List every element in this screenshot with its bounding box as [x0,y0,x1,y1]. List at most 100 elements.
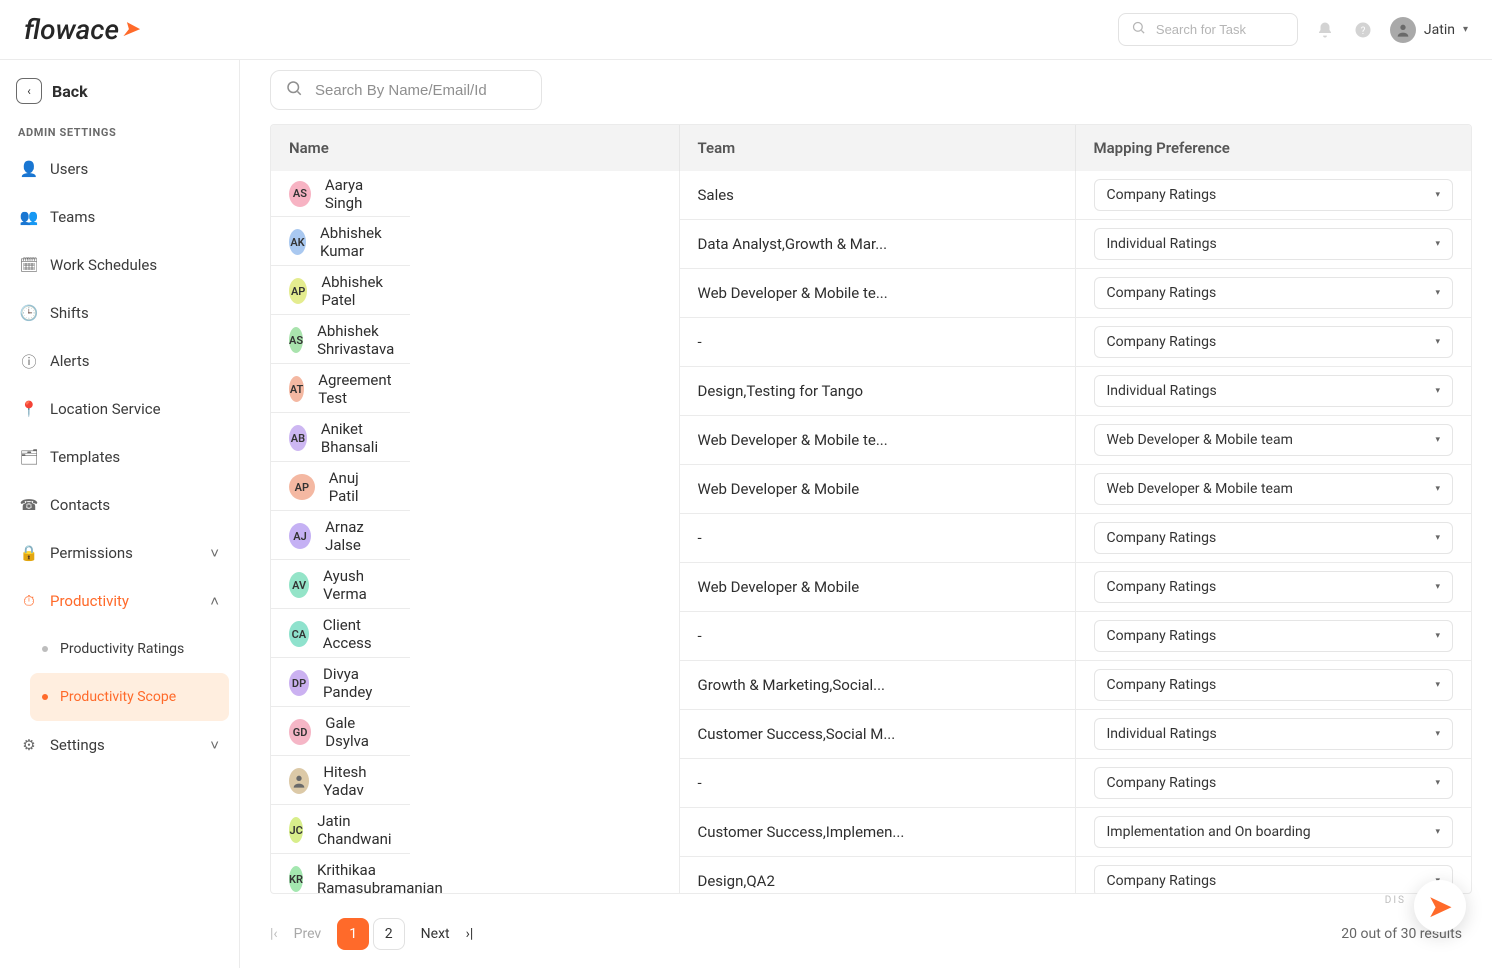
mapping-preference-select[interactable]: Company Ratings ▾ [1094,571,1454,603]
mapping-preference-select[interactable]: Company Ratings ▾ [1094,669,1454,701]
data-table: Name Team Mapping Preference AS Aarya Sin… [270,124,1472,894]
mapping-preference-select[interactable]: Implementation and On boarding▾ [1094,816,1454,848]
row-team: - [679,759,1075,808]
mapping-preference-select[interactable]: Company Ratings▾ [1094,522,1454,554]
sidebar-item-settings[interactable]: ⚙Settings˅ [10,721,229,769]
sidebar-item-templates[interactable]: 🗂Templates [10,433,229,481]
mapping-preference-select[interactable]: Individual Ratings▾ [1094,228,1454,260]
table-row: ASAarya SinghSalesCompany Ratings▾ [271,171,1471,220]
caret-down-icon: ▾ [1435,190,1440,200]
help-icon[interactable]: ? [1352,19,1374,41]
sidebar-nav: 👤Users👥Teams🗓Work Schedules🕒ShiftsⓘAlert… [10,145,229,769]
table-row: AK Abhishek Kumar Data Analyst,Growth & Ma… [271,220,1471,269]
search-icon [285,79,303,101]
sidebar-subitem-productivity-scope[interactable]: Productivity Scope [30,673,229,721]
row-name: Anuj Patil [329,469,392,505]
caret-down-icon: ▾ [1435,582,1440,592]
mapping-value: Company Ratings [1107,579,1217,595]
avatar: AV [289,572,309,598]
table-row: ATAgreement TestDesign,Testing for Tango… [271,367,1471,416]
mapping-preference-select[interactable]: Company Ratings▾ [1094,326,1454,358]
search-icon [1131,20,1146,39]
avatar: CA [289,621,309,647]
row-team: - [679,612,1075,661]
mapping-preference-select[interactable]: Company Ratings ▾ [1094,179,1454,211]
mapping-value: Company Ratings [1107,628,1217,644]
brand-name: flowace [24,13,119,46]
sidebar-item-label: Shifts [50,304,89,322]
mapping-preference-select[interactable]: Company Ratings ▾ [1094,620,1454,652]
sidebar-item-work-schedules[interactable]: 🗓Work Schedules [10,241,229,289]
sidebar-subitem-productivity-ratings[interactable]: Productivity Ratings [30,625,229,673]
caret-down-icon: ▾ [1435,631,1440,641]
sidebar-icon: ⓘ [20,351,38,372]
chevron-down-icon: ▾ [1463,24,1468,35]
task-search-input[interactable] [1154,21,1285,38]
brand-logo: flowace ➤ [24,13,139,46]
back-button[interactable]: ‹ Back [10,74,229,112]
floating-action-button[interactable]: ➤ [1414,880,1466,932]
sidebar-item-shifts[interactable]: 🕒Shifts [10,289,229,337]
sidebar-item-label: Work Schedules [50,256,157,274]
brand-swoosh-icon: ➤ [121,17,139,42]
first-page-icon[interactable]: |‹ [270,926,278,942]
mapping-preference-select[interactable]: Company Ratings▾ [1094,865,1454,893]
mapping-preference-select[interactable]: Web Developer & Mobile team▾ [1094,473,1454,505]
sidebar-item-label: Users [50,160,88,178]
svg-text:?: ? [1361,25,1366,36]
sidebar-item-productivity[interactable]: ⏱Productivity˄ [10,577,229,625]
user-avatar-icon [1390,17,1416,43]
row-name: Abhishek Kumar [320,224,392,260]
page-1[interactable]: 1 [337,918,369,950]
row-name: Aarya Singh [325,176,392,212]
avatar: AS [289,181,311,207]
name-search-input[interactable] [313,81,527,100]
mapping-value: Company Ratings [1107,187,1217,203]
row-name: Aniket Bhansali [321,420,392,456]
table-header-row: Name Team Mapping Preference [271,125,1471,171]
row-name: Arnaz Jalse [325,518,391,554]
sidebar-item-label: Templates [50,448,120,466]
pagination: |‹ Prev 1 2 Next ›| 20 out of 30 results [270,908,1462,950]
mapping-preference-select[interactable]: Web Developer & Mobile team▾ [1094,424,1454,456]
sidebar-item-users[interactable]: 👤Users [10,145,229,193]
name-search[interactable] [270,70,542,110]
sidebar-item-contacts[interactable]: ☎Contacts [10,481,229,529]
caret-down-icon: ▾ [1435,778,1440,788]
mapping-value: Company Ratings [1107,334,1217,350]
mapping-value: Implementation and On boarding [1107,824,1311,840]
row-team: - [679,514,1075,563]
prev-button[interactable]: Prev [290,926,326,942]
float-hint: DIS [1385,895,1406,906]
mapping-preference-select[interactable]: Individual Ratings▾ [1094,718,1454,750]
user-menu[interactable]: Jatin ▾ [1390,17,1468,43]
last-page-icon[interactable]: ›| [466,926,474,942]
avatar: GD [289,719,311,745]
next-button[interactable]: Next [417,926,454,942]
task-search[interactable] [1118,13,1298,46]
sidebar-item-label: Location Service [50,400,161,418]
mapping-preference-select[interactable]: Company Ratings ▾ [1094,767,1454,799]
mapping-value: Company Ratings [1107,677,1217,693]
sidebar-item-alerts[interactable]: ⓘAlerts [10,337,229,385]
row-name: Abhishek Shrivastava [317,322,394,358]
sidebar-item-location-service[interactable]: 📍Location Service [10,385,229,433]
mapping-preference-select[interactable]: Individual Ratings ▾ [1094,375,1454,407]
mapping-value: Individual Ratings [1107,383,1217,399]
row-name: Krithikaa Ramasubramanian [317,861,443,893]
page-2[interactable]: 2 [373,918,405,950]
mapping-preference-select[interactable]: Company Ratings▾ [1094,277,1454,309]
row-name: Hitesh Yadav [323,763,391,799]
caret-down-icon: ▾ [1435,386,1440,396]
sidebar-item-permissions[interactable]: 🔒Permissions˅ [10,529,229,577]
sidebar-item-teams[interactable]: 👥Teams [10,193,229,241]
caret-down-icon: ▾ [1435,680,1440,690]
sidebar-item-label: Permissions [50,544,133,562]
bell-icon[interactable] [1314,19,1336,41]
mapping-value: Company Ratings [1107,775,1217,791]
row-team: Customer Success,Social M... [679,710,1075,759]
mapping-value: Individual Ratings [1107,236,1217,252]
avatar: AK [289,229,306,255]
sidebar-icon: ⚙ [20,736,38,754]
row-team: Data Analyst,Growth & Mar... [679,220,1075,269]
